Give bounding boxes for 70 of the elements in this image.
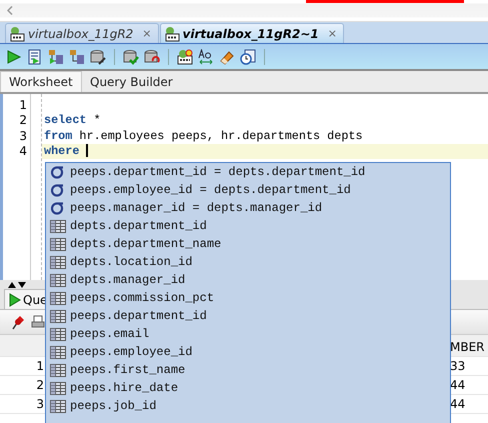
sigma-icon <box>51 165 65 179</box>
close-icon[interactable]: × <box>328 27 337 40</box>
suggestion-item[interactable]: peeps.department_id = depts.department_id <box>46 163 450 181</box>
suggestion-item[interactable]: depts.manager_id <box>46 271 450 289</box>
table-column-icon <box>50 346 66 358</box>
run-icon[interactable] <box>6 48 22 64</box>
suggestion-item[interactable]: depts.location_id <box>46 253 450 271</box>
tree-icon[interactable] <box>69 48 85 64</box>
table-column-icon <box>50 238 66 250</box>
table-column-icon <box>50 400 66 412</box>
sql-plus-icon[interactable] <box>177 48 193 64</box>
suggestion-item[interactable]: depts.department_name <box>46 235 450 253</box>
sql-keyword: from <box>44 128 72 143</box>
worksheet-tab[interactable]: Worksheet <box>0 71 82 92</box>
database-icon <box>164 26 180 42</box>
table-cell: 33 <box>450 359 466 373</box>
suggestion-item[interactable]: peeps.hire_date <box>46 379 450 397</box>
suggestion-item[interactable]: peeps.manager_id = depts.manager_id <box>46 199 450 217</box>
code-text: hr.employees peeps, hr.departments depts <box>78 128 363 143</box>
text-format-icon[interactable] <box>198 48 214 64</box>
run-script-icon[interactable] <box>27 48 43 64</box>
sigma-icon <box>51 183 65 197</box>
sigma-icon <box>51 201 65 215</box>
table-column-icon <box>50 328 66 340</box>
printer-icon[interactable] <box>31 315 45 329</box>
database-check-icon[interactable] <box>123 48 139 64</box>
table-column-icon <box>50 274 66 286</box>
line-number: 3 <box>18 128 27 144</box>
suggestion-item[interactable]: depts.department_id <box>46 217 450 235</box>
table-cell: 44 <box>450 378 466 392</box>
tree-run-icon[interactable] <box>48 48 64 64</box>
row-number: 2 <box>35 378 44 392</box>
table-column-icon <box>50 256 66 268</box>
line-number: 2 <box>18 113 27 129</box>
table-cell: 44 <box>450 397 466 411</box>
clock-document-icon[interactable] <box>240 48 256 64</box>
close-icon[interactable]: × <box>142 27 152 40</box>
connection-tab[interactable]: virtualbox_11gR2~1 × <box>160 23 344 43</box>
worksheet-tab[interactable]: Query Builder <box>82 72 177 92</box>
table-column-icon <box>50 220 66 232</box>
line-number: 1 <box>18 98 27 114</box>
sql-keyword: where <box>44 144 80 158</box>
suggestion-item[interactable]: peeps.employee_id = depts.department_id <box>46 181 450 199</box>
table-column-icon <box>50 292 66 304</box>
database-icon <box>9 26 25 42</box>
suggestion-item[interactable]: peeps.email <box>46 325 450 343</box>
column-header: MBER <box>450 340 485 354</box>
run-icon <box>9 292 21 306</box>
pin-icon[interactable] <box>10 314 26 330</box>
text-cursor <box>86 144 88 158</box>
suggestion-item[interactable]: peeps.department_id <box>46 307 450 325</box>
suggestion-item[interactable]: peeps.employee_id <box>46 343 450 361</box>
table-column-icon <box>50 382 66 394</box>
row-number: 3 <box>35 397 44 411</box>
scroll-left-icon[interactable] <box>7 6 13 15</box>
eraser-icon[interactable] <box>219 48 235 64</box>
suggestion-item[interactable]: peeps.job_id <box>46 397 450 415</box>
sql-keyword: select <box>44 113 86 128</box>
suggestion-item[interactable]: peeps.first_name <box>46 361 450 379</box>
table-column-icon <box>50 310 66 322</box>
tab-label: virtualbox_11gR2~1 <box>182 26 319 40</box>
splitter-arrows-icon[interactable] <box>8 280 26 288</box>
row-number: 1 <box>35 359 44 373</box>
database-undo-icon[interactable] <box>144 48 160 64</box>
connection-tab[interactable]: virtualbox_11gR2 × <box>5 23 159 43</box>
code-text: * <box>92 113 101 128</box>
database-wrench-icon[interactable] <box>90 48 106 64</box>
line-number: 4 <box>18 144 27 160</box>
tab-label: virtualbox_11gR2 <box>28 26 134 40</box>
table-column-icon <box>50 364 66 376</box>
